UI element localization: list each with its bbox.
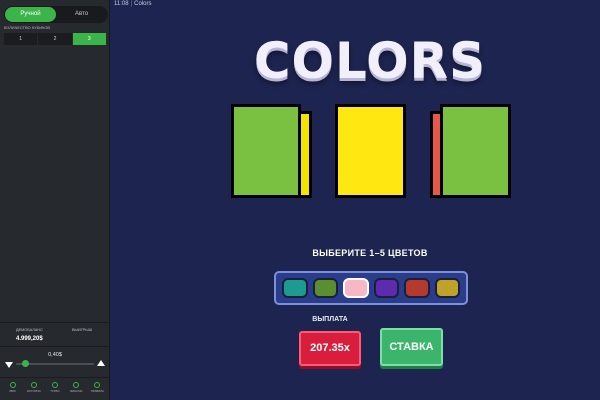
color-swatch-purple[interactable] (373, 278, 399, 298)
bet-button[interactable]: СТАВКА (380, 328, 443, 366)
game-name: Colors (134, 1, 152, 7)
nav-finals[interactable]: ФИНАЛЫ (67, 378, 86, 400)
divider (0, 346, 110, 347)
nav-label: ПРАВИЛА (90, 389, 104, 393)
nav-label: ЗВУК (9, 389, 17, 393)
payout-label: ВЫПЛАТА (312, 316, 348, 323)
nav-rules[interactable]: ПРАВИЛА (88, 378, 107, 400)
tab-auto[interactable]: Авто (56, 7, 107, 22)
sidebar: Ручной Авто КОЛИЧЕСТВО КУБИКОВ 1 2 3 ДЕМ… (0, 0, 110, 400)
cube-count-selector: 1 2 3 (4, 33, 106, 45)
bet-slider-handle[interactable] (22, 360, 29, 367)
tab-manual[interactable]: Ручной (5, 7, 56, 22)
cube-2 (335, 104, 406, 198)
color-swatch-red[interactable] (404, 278, 430, 298)
nav-label: ФИНАЛЫ (69, 389, 83, 393)
divider (0, 322, 110, 323)
bet-amount: 0,40$ (48, 352, 62, 358)
cube-count-2-button[interactable]: 2 (38, 33, 72, 45)
color-swatch-yellow[interactable] (434, 278, 460, 298)
finals-icon (73, 382, 80, 388)
topbar: 11:08 | Colors (114, 1, 151, 7)
sound-icon (9, 382, 16, 388)
mode-toggle: Ручной Авто (4, 6, 108, 23)
color-palette (274, 271, 468, 305)
color-swatch-pink[interactable] (343, 278, 369, 298)
nav-sound[interactable]: ЗВУК (3, 378, 22, 400)
game-title: COLORS (253, 32, 487, 90)
arrow-down-icon[interactable] (5, 362, 13, 368)
balance-value: 4.999,20$ (16, 336, 43, 342)
bottom-nav: ЗВУК ИСТОРИЯ ТУРБО ФИНАЛЫ ПРАВИЛА (0, 378, 110, 400)
cube-count-3-button[interactable]: 3 (72, 33, 106, 45)
nav-label: ИСТОРИЯ (26, 389, 41, 393)
history-icon (30, 382, 37, 388)
instruction-text: ВЫБЕРИТЕ 1–5 ЦВЕТОВ (312, 248, 428, 258)
balance-label: ДЕМОБАЛАНС (16, 328, 43, 332)
cube-count-1-button[interactable]: 1 (4, 33, 38, 45)
cube-count-label: КОЛИЧЕСТВО КУБИКОВ (4, 26, 51, 30)
winnings-label: ВЫИГРЫШ (72, 328, 93, 332)
nav-history[interactable]: ИСТОРИЯ (24, 378, 43, 400)
turbo-icon (51, 382, 58, 388)
rules-icon (94, 382, 101, 388)
cube-1 (231, 104, 301, 198)
clock: 11:08 (114, 1, 129, 7)
separator: | (130, 1, 133, 7)
arrow-up-icon[interactable] (97, 360, 105, 366)
cube-3 (440, 104, 511, 198)
bet-control: 0,40$ (4, 352, 106, 374)
color-swatch-green[interactable] (312, 278, 338, 298)
payout-value: 207.35x (299, 331, 361, 366)
color-swatch-teal[interactable] (282, 278, 308, 298)
bet-slider[interactable] (16, 360, 94, 367)
nav-label: ТУРБО (50, 389, 60, 393)
nav-turbo[interactable]: ТУРБО (45, 378, 64, 400)
